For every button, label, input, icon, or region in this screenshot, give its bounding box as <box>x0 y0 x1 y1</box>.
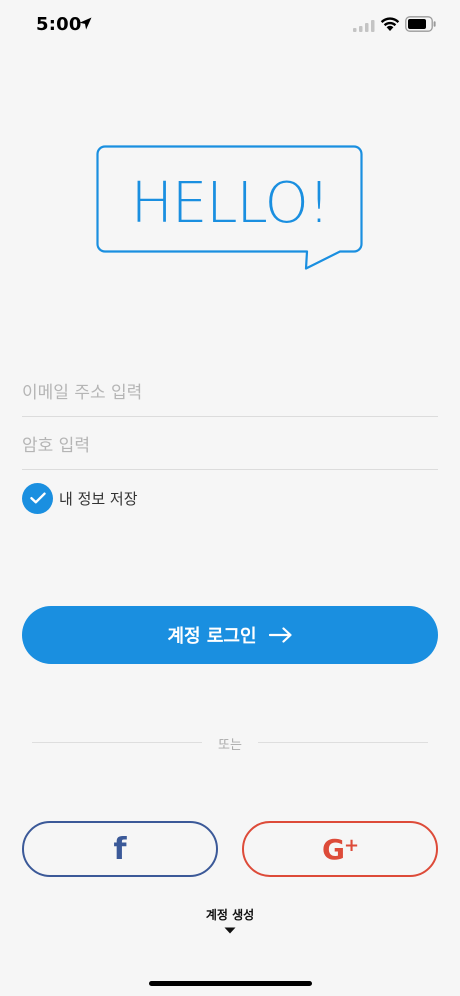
create-account-link[interactable]: 계정 생성 <box>180 906 280 934</box>
remember-me-label: 내 정보 저장 <box>59 489 138 508</box>
cellular-signal-icon <box>353 20 375 32</box>
facebook-icon: f <box>113 831 127 867</box>
hello-logo: HELLO! <box>96 145 363 270</box>
checkmark-icon <box>29 492 46 504</box>
email-row <box>22 365 438 417</box>
arrow-right-icon <box>268 627 292 643</box>
google-plus-icon-plus: + <box>343 834 359 856</box>
or-divider-label: 또는 <box>218 738 242 753</box>
status-bar: 5:00 <box>0 0 460 50</box>
or-divider: 또는 <box>32 734 428 753</box>
google-plus-login-button[interactable]: G+ <box>242 821 438 877</box>
divider-line-right <box>258 742 428 743</box>
google-plus-icon: G+ <box>321 832 359 866</box>
facebook-login-button[interactable]: f <box>22 821 218 877</box>
location-arrow-icon <box>79 17 92 30</box>
login-button[interactable]: 계정 로그인 <box>22 606 438 664</box>
login-button-label: 계정 로그인 <box>167 626 257 647</box>
wifi-icon <box>380 17 400 31</box>
hello-logo-text: HELLO! <box>131 171 329 236</box>
status-time: 5:00 <box>36 14 82 35</box>
password-row <box>22 418 438 470</box>
home-indicator[interactable] <box>149 981 312 986</box>
email-input[interactable] <box>22 365 438 416</box>
checkbox-checked-indicator[interactable] <box>22 482 53 514</box>
caret-down-icon <box>224 927 236 934</box>
password-input[interactable] <box>22 418 438 469</box>
battery-icon <box>405 16 436 32</box>
remember-me-checkbox[interactable]: 내 정보 저장 <box>22 482 138 514</box>
create-account-label: 계정 생성 <box>205 908 255 922</box>
google-plus-icon-g: G <box>321 832 345 866</box>
